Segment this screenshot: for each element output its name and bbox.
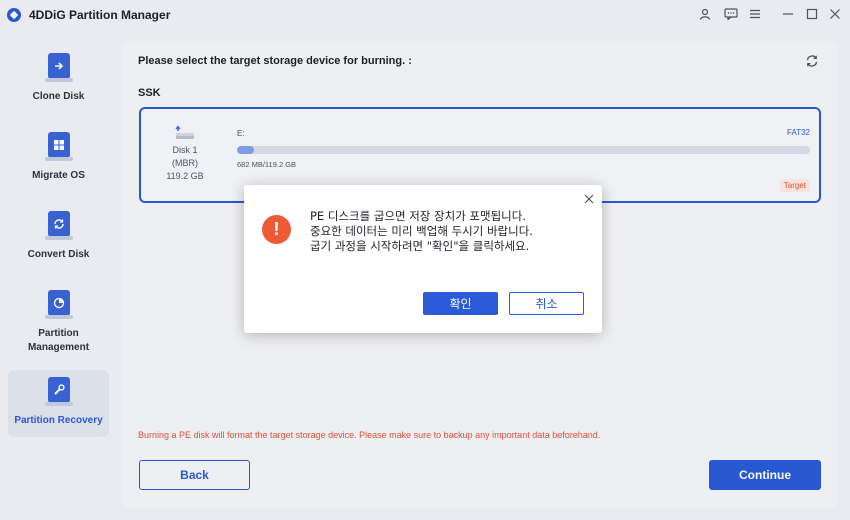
cancel-button[interactable]: 취소: [509, 292, 584, 315]
warning-icon: !: [262, 215, 291, 244]
confirm-dialog: ! PE 디스크를 굽으면 저장 장치가 포맷됩니다. 중요한 데이터는 미리 …: [244, 185, 602, 333]
dialog-message-line: 굽기 과정을 시작하려면 "확인"을 클릭하세요.: [310, 239, 530, 253]
ok-button[interactable]: 확인: [423, 292, 498, 315]
dialog-message-line: 중요한 데이터는 미리 백업해 두시기 바랍니다.: [310, 224, 533, 238]
dialog-message-line: PE 디스크를 굽으면 저장 장치가 포맷됩니다.: [310, 209, 526, 223]
dialog-message: PE 디스크를 굽으면 저장 장치가 포맷됩니다. 중요한 데이터는 미리 백업…: [310, 209, 533, 254]
dialog-close-icon[interactable]: [583, 192, 595, 204]
